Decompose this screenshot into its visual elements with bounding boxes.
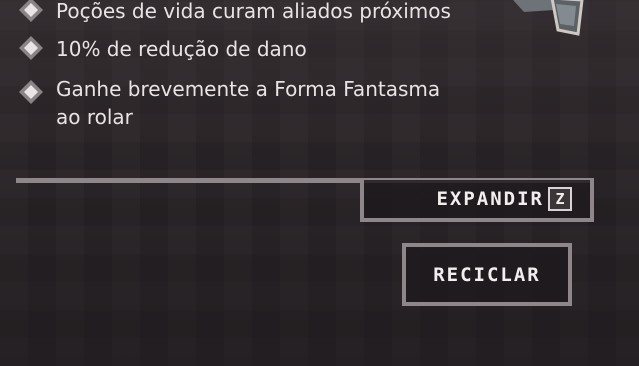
perk-text: 10% de redução de dano — [56, 37, 307, 61]
perk-item: 10% de redução de dano — [18, 35, 456, 63]
keybind-hint: Z — [548, 187, 572, 211]
diamond-bullet-icon — [19, 36, 43, 60]
perk-text: Ganhe brevemente a Forma Fantasma ao rol… — [56, 77, 441, 129]
diamond-bullet-icon — [19, 80, 43, 104]
expand-button-label: EXPANDIR — [436, 188, 544, 210]
recycle-button[interactable]: RECICLAR — [402, 243, 572, 306]
recycle-button-label: RECICLAR — [433, 263, 541, 286]
perk-text: Poções de vida curam aliados próximos — [56, 0, 451, 23]
item-art-fragment — [513, 0, 584, 36]
perk-item: Poções de vida curam aliados próximos — [18, 0, 456, 25]
diamond-bullet-icon — [19, 0, 43, 22]
expand-button[interactable]: EXPANDIR Z — [360, 180, 594, 222]
perk-item: Ganhe brevemente a Forma Fantasma ao rol… — [18, 75, 456, 131]
